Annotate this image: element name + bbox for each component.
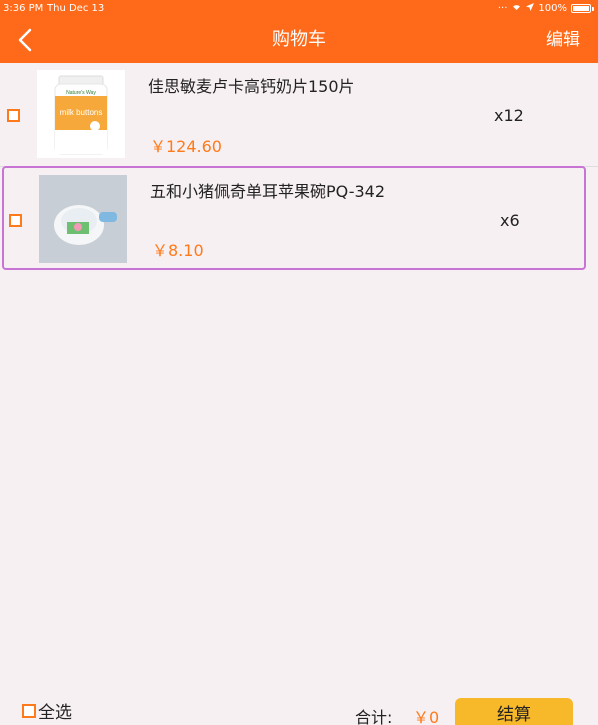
page-title: 购物车 xyxy=(272,29,326,50)
wifi-icon xyxy=(511,0,522,17)
product-image: Nature's Way milk buttons xyxy=(37,70,125,158)
edit-button[interactable]: 编辑 xyxy=(546,25,580,50)
item-checkbox[interactable] xyxy=(9,214,22,227)
status-time: 3:36 PM xyxy=(3,3,44,14)
dots-icon: ··· xyxy=(497,3,508,14)
item-quantity: x12 xyxy=(494,106,524,125)
item-title: 佳思敏麦卢卡高钙奶片150片 xyxy=(148,77,355,96)
battery-percent: 100% xyxy=(538,3,567,14)
select-all-checkbox[interactable] xyxy=(22,703,36,718)
product-brand: Nature's Way xyxy=(66,90,96,96)
item-price: ￥8.10 xyxy=(152,241,204,260)
status-bar: 3:36 PM Thu Dec 13 ··· 100% xyxy=(0,0,598,17)
bottom-bar: 全选 合计: ￥0 结算 xyxy=(0,690,598,725)
product-name: milk buttons xyxy=(60,108,103,117)
select-all-label: 全选 xyxy=(38,703,72,723)
status-date: Thu Dec 13 xyxy=(47,3,105,14)
item-quantity: x6 xyxy=(500,211,520,230)
item-title: 五和小猪佩奇单耳苹果碗PQ-342 xyxy=(150,182,386,201)
cart-item[interactable]: 五和小猪佩奇单耳苹果碗PQ-342 ￥8.10 x6 xyxy=(2,166,586,270)
location-icon xyxy=(526,0,535,17)
total-label: 合计: xyxy=(355,708,393,725)
item-checkbox[interactable] xyxy=(7,109,20,122)
checkout-button[interactable]: 结算 xyxy=(455,698,573,725)
select-all[interactable]: 全选 xyxy=(22,698,72,723)
product-image xyxy=(39,175,127,263)
battery-tip xyxy=(592,6,594,11)
battery-icon xyxy=(571,4,591,13)
cart-item[interactable]: Nature's Way milk buttons 佳思敏麦卢卡高钙奶片150片… xyxy=(0,63,598,167)
status-right: ··· 100% xyxy=(498,0,594,17)
item-price: ￥124.60 xyxy=(150,137,222,156)
nav-bar: 购物车 编辑 xyxy=(0,17,598,63)
top-bar: 3:36 PM Thu Dec 13 ··· 100% 购物车 编辑 xyxy=(0,0,598,63)
total-value: ￥0 xyxy=(413,708,440,725)
